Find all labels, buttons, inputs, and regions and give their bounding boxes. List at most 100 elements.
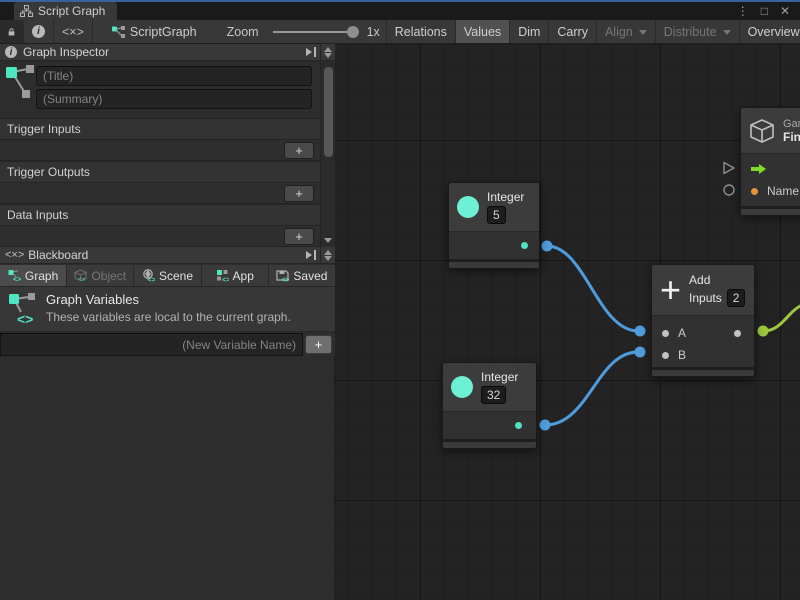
trigger-arrow-icon[interactable]	[751, 163, 767, 175]
graph-canvas[interactable]: Integer 5 Integer 32	[335, 44, 800, 600]
svg-text:<>: <>	[78, 277, 86, 283]
tab-scene[interactable]: <> Scene	[134, 265, 201, 286]
tab-object[interactable]: <> Object	[67, 265, 134, 286]
graph-inspector-toggle-button[interactable]: i	[24, 20, 54, 43]
inspector-scrollbar[interactable]	[320, 61, 335, 247]
tab-saved[interactable]: <> Saved	[269, 265, 335, 286]
inputs-label: Inputs	[689, 291, 722, 305]
integer-type-icon	[451, 376, 473, 398]
maximize-icon[interactable]: □	[755, 4, 774, 18]
port-label: A	[678, 326, 686, 340]
scroll-down-icon[interactable]	[324, 238, 332, 243]
graph-variables-description: These variables are local to the current…	[46, 310, 291, 324]
scroll-arrows[interactable]	[320, 247, 335, 264]
tab-label: Graph	[25, 269, 58, 283]
script-graph-window: Script Graph ⋮ □ ✕ i <×>	[0, 0, 800, 600]
node-integer-32[interactable]: Integer 32	[442, 362, 537, 449]
empty-trigger-indicator-icon[interactable]	[722, 161, 736, 175]
window-menu-icon[interactable]: ⋮	[731, 4, 755, 18]
window-controls: ⋮ □ ✕	[731, 2, 796, 20]
lock-button[interactable]	[0, 20, 24, 43]
chevron-down-icon	[639, 30, 647, 35]
output-port[interactable]	[521, 242, 528, 249]
port-label: Name	[767, 184, 799, 198]
values-button[interactable]: Values	[456, 20, 510, 43]
node-integer-5[interactable]: Integer 5	[448, 182, 540, 269]
tab-app[interactable]: <> App	[202, 265, 269, 286]
svg-text:<>: <>	[282, 277, 290, 282]
graph-summary-input[interactable]	[36, 89, 312, 109]
dock-icon[interactable]	[306, 47, 316, 57]
toolbar-button-group: Relations Values Dim Carry Align Distrib…	[386, 20, 800, 43]
graph-inspector-header: i Graph Inspector	[0, 44, 335, 61]
zoom-slider-thumb[interactable]	[347, 26, 359, 38]
inputs-count-field[interactable]: 2	[727, 289, 746, 307]
node-gameobject-find[interactable]: Gam Fin Name	[740, 107, 800, 216]
scrollbar-thumb[interactable]	[324, 67, 333, 157]
integer-value-field[interactable]: 5	[487, 206, 506, 224]
data-inputs-list: +	[0, 225, 320, 247]
wire-endpoint[interactable]	[540, 420, 551, 431]
overview-button[interactable]: Overview	[740, 20, 800, 43]
align-dropdown-button[interactable]: Align	[597, 20, 656, 43]
node-body	[449, 231, 539, 259]
integer-value-field[interactable]: 32	[481, 386, 506, 404]
tab-script-graph[interactable]: Script Graph	[14, 2, 117, 20]
zoom-slider[interactable]	[267, 20, 361, 43]
tab-label: App	[233, 269, 254, 283]
dim-button[interactable]: Dim	[510, 20, 549, 43]
node-footer	[449, 259, 539, 268]
svg-text:<>: <>	[147, 277, 155, 282]
zoom-slider-track[interactable]	[273, 31, 355, 33]
blackboard-toggle-button[interactable]: <×>	[54, 20, 93, 43]
empty-data-indicator-icon[interactable]	[722, 183, 736, 197]
wire-endpoint[interactable]	[542, 241, 553, 252]
zoom-value: 1x	[361, 20, 386, 43]
wire-integer32-to-b[interactable]	[545, 352, 638, 425]
gameobject-cube-icon	[749, 118, 775, 144]
add-trigger-input-button[interactable]: +	[284, 142, 314, 159]
wire-endpoint[interactable]	[635, 326, 646, 337]
info-icon: i	[5, 46, 17, 58]
output-port[interactable]	[734, 330, 741, 337]
output-port[interactable]	[515, 422, 522, 429]
angle-x-icon: <×>	[62, 25, 84, 39]
node-header: Integer 5	[449, 183, 539, 231]
relations-button[interactable]: Relations	[386, 20, 456, 43]
close-icon[interactable]: ✕	[774, 4, 796, 18]
trigger-inputs-section-label: Trigger Inputs	[0, 118, 320, 139]
new-variable-input[interactable]	[0, 333, 303, 356]
graph-title-input[interactable]	[36, 66, 312, 86]
node-body: A B	[652, 315, 754, 367]
node-body	[443, 411, 536, 439]
wire-add-output[interactable]	[763, 305, 800, 331]
node-title: Fin	[783, 130, 800, 144]
graph-node-icon	[5, 63, 35, 103]
node-subtitle: Gam	[783, 118, 800, 130]
wire-integer5-to-a[interactable]	[547, 246, 638, 331]
scroll-arrows[interactable]	[320, 44, 335, 61]
input-port-name[interactable]	[751, 188, 758, 195]
graph-toolbar: i <×> ScriptGraph Zoom 1x Relations Valu…	[0, 20, 800, 44]
dock-icon[interactable]	[306, 250, 316, 260]
node-footer	[443, 439, 536, 448]
wire-endpoint[interactable]	[758, 326, 769, 337]
graph-breadcrumb[interactable]	[103, 20, 128, 43]
tab-graph[interactable]: <> Graph	[0, 265, 67, 286]
distribute-dropdown-button[interactable]: Distribute	[656, 20, 740, 43]
add-trigger-output-button[interactable]: +	[284, 185, 314, 202]
node-header: + Add Inputs 2	[652, 265, 754, 315]
align-label: Align	[605, 25, 633, 39]
info-icon: i	[32, 25, 45, 38]
wire-endpoint[interactable]	[635, 347, 646, 358]
node-add[interactable]: + Add Inputs 2 A B	[651, 264, 755, 377]
add-icon: +	[660, 275, 681, 305]
node-title: Add	[689, 273, 745, 287]
add-data-input-button[interactable]: +	[284, 228, 314, 245]
carry-button[interactable]: Carry	[549, 20, 597, 43]
tab-label: Scene	[159, 269, 193, 283]
input-port-a[interactable]	[662, 330, 669, 337]
node-footer	[741, 206, 800, 215]
add-variable-button[interactable]: +	[305, 335, 332, 354]
input-port-b[interactable]	[662, 352, 669, 359]
